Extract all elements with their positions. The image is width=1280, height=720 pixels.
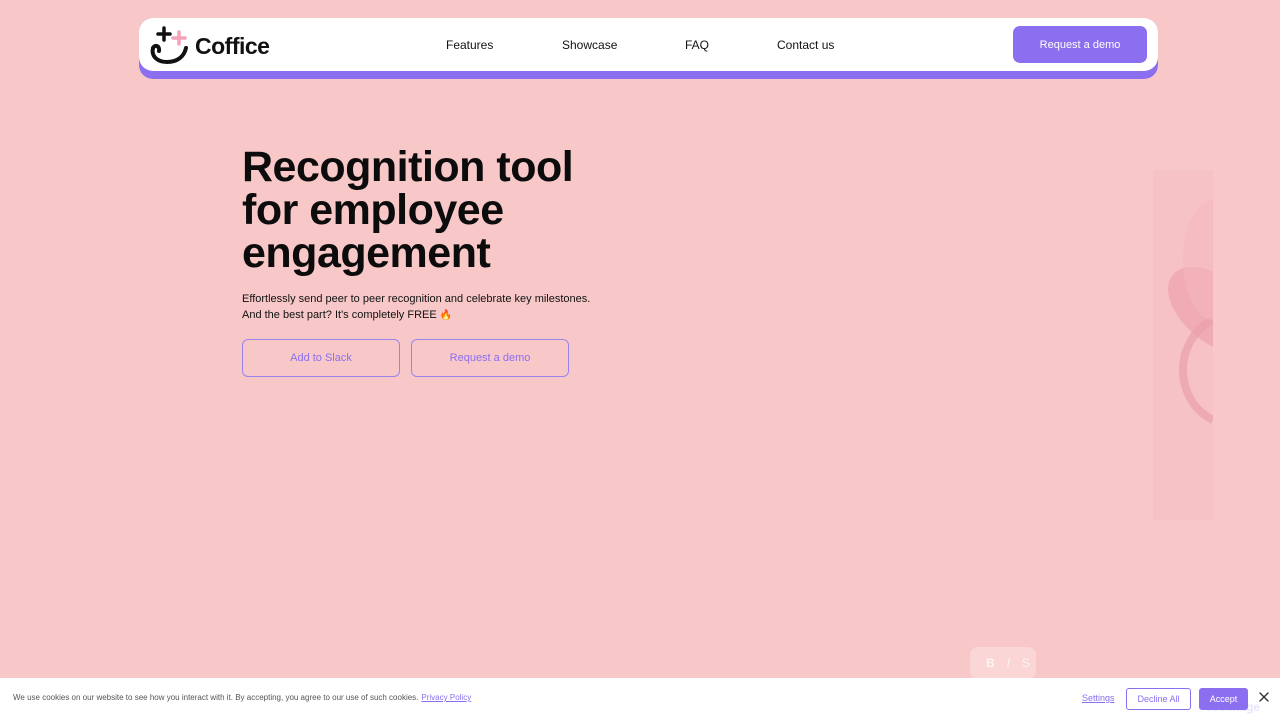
cookie-banner: We use cookies on our website to see how… bbox=[0, 678, 1280, 720]
navbar-shadow: Coffice Features Showcase FAQ Contact us… bbox=[139, 18, 1158, 79]
hero-subtitle-line: Effortlessly send peer to peer recogniti… bbox=[242, 293, 591, 305]
nav-request-demo-button[interactable]: Request a demo bbox=[1013, 26, 1147, 63]
hero-title: Recognition tool for employee engagement bbox=[242, 146, 662, 275]
bold-icon: B bbox=[986, 656, 995, 670]
cookie-message: We use cookies on our website to see how… bbox=[13, 693, 471, 702]
decorative-blob-shapes bbox=[1153, 170, 1213, 520]
format-toolbar-widget: B I S bbox=[970, 647, 1036, 679]
nav-link-faq[interactable]: FAQ bbox=[685, 38, 709, 52]
hero-subtitle: Effortlessly send peer to peer recogniti… bbox=[242, 291, 662, 324]
nav-link-features[interactable]: Features bbox=[446, 38, 493, 52]
italic-icon: I bbox=[1006, 656, 1011, 670]
cookie-settings-link[interactable]: Settings bbox=[1082, 693, 1115, 703]
strikethrough-icon: S bbox=[1022, 656, 1031, 670]
cookie-decline-button[interactable]: Decline All bbox=[1126, 688, 1191, 710]
brand-name: Coffice bbox=[195, 33, 270, 59]
add-to-slack-button[interactable]: Add to Slack bbox=[242, 339, 400, 377]
watermark: ToolMage bbox=[1205, 700, 1261, 714]
privacy-policy-link[interactable]: Privacy Policy bbox=[421, 693, 471, 702]
coffice-logo-icon bbox=[150, 26, 188, 64]
navbar: Coffice Features Showcase FAQ Contact us… bbox=[139, 18, 1158, 71]
brand-logo[interactable]: Coffice bbox=[149, 26, 270, 64]
hero-title-line: Recognition tool bbox=[242, 143, 574, 191]
hero-subtitle-text: And the best part? It's completely FREE bbox=[242, 309, 437, 321]
hero-subtitle-line-2: And the best part? It's completely FREE 🔥 bbox=[242, 307, 662, 324]
fire-icon: 🔥 bbox=[439, 310, 453, 321]
nav-link-showcase[interactable]: Showcase bbox=[562, 38, 617, 52]
hero-title-line: engagement bbox=[242, 229, 491, 277]
cookie-text: We use cookies on our website to see how… bbox=[13, 693, 419, 702]
hero-request-demo-button[interactable]: Request a demo bbox=[411, 339, 569, 377]
hero-title-line: for employee bbox=[242, 186, 504, 234]
nav-link-contact[interactable]: Contact us bbox=[777, 38, 834, 52]
